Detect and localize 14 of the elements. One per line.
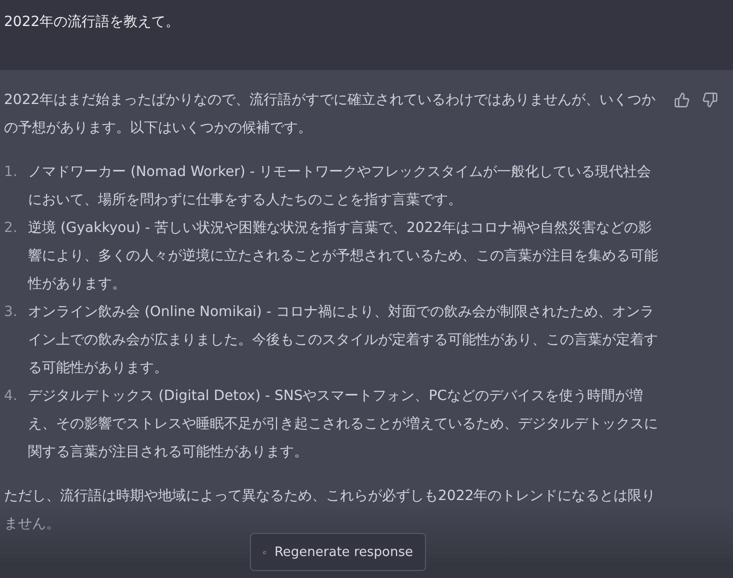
- response-paragraph: 2022年はまだ始まったばかりなので、流行語がすでに確立されているわけではありませんが、いくつかの予想があります。以下はいくつかの候補です。: [4, 91, 657, 138]
- list-item-text: オンライン飲み会 (Online Nomikai) - コロナ禍により、対面での飲み会が制限されたため、オンライン上での飲み会が広まりました。今後もこのスタイルが定着する可能性があり、この言葉が定着する可能性があります。: [28, 303, 659, 378]
- thumbs-down-icon[interactable]: [702, 92, 718, 108]
- regenerate-button[interactable]: Regenerate response: [250, 533, 426, 571]
- list-number: 4.: [4, 387, 18, 406]
- response-paragraph: ただし、流行語は時期や地域によって異なるため、これらが必ずしも2022年のトレンドになるとは限りません。: [4, 487, 657, 534]
- list-item-text: ノマドワーカー (Nomad Worker) - リモートワークやフレックスタイムが一般化している現代社会において、場所を問わずに仕事をする人たちのことを指す言葉です。: [28, 163, 652, 210]
- list-number: 2.: [4, 219, 18, 238]
- thumbs-up-icon[interactable]: [674, 92, 690, 108]
- list-number: 1.: [4, 163, 18, 182]
- list-number: 3.: [4, 303, 18, 322]
- user-message: 2022年の流行語を教えて。: [4, 13, 181, 32]
- list-item-text: デジタルデトックス (Digital Detox) - SNSやスマートフォン、PCなどのデバイスを使う時間が増え、その影響でストレスや睡眠不足が引き起こされることが増えているため、デジタルデトックスに関する言葉が注目される可能性があります。: [28, 387, 659, 462]
- list-item-text: 逆境 (Gyakkyou) - 苦しい状況や困難な状況を指す言葉で、2022年はコロナ禍や自然災害などの影響により、多くの人々が逆境に立たされることが予想されているため、この言葉が注目を集める可能性があります。: [28, 219, 659, 294]
